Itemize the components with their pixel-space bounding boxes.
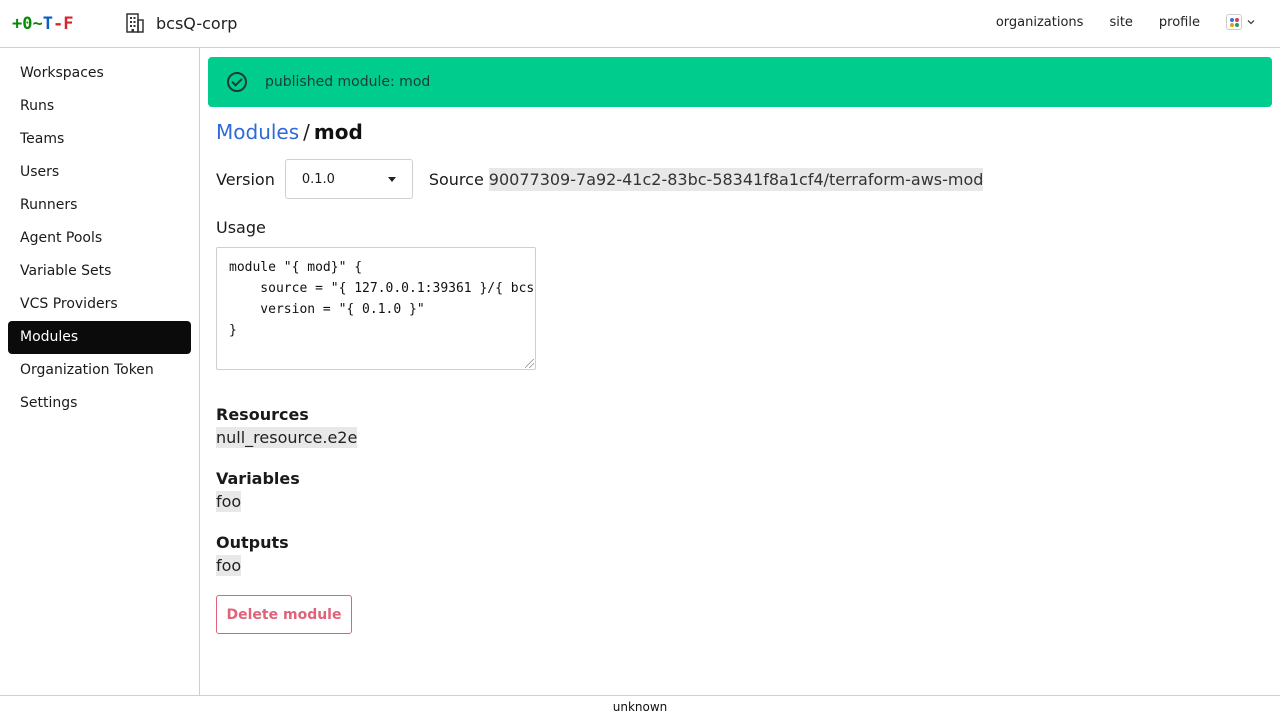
theme-switcher[interactable] [1226, 14, 1256, 30]
sidebar-item-runs[interactable]: Runs [8, 90, 191, 123]
building-icon [126, 13, 144, 33]
source-label: Source [428, 169, 484, 189]
usage-code: module "{ mod}" { source = "{ 127.0.0.1:… [229, 260, 535, 338]
page-title: Modules / mod [216, 120, 363, 144]
version-selected-value: 0.1.0 [301, 171, 335, 187]
footer-version-text: unknown [612, 700, 668, 714]
variables-heading: Variables [216, 469, 300, 488]
nav-profile-link[interactable]: profile [1159, 15, 1200, 30]
organization-link[interactable]: bcsQ-corp [124, 12, 237, 34]
source-value: 90077309-7a92-41c2-83bc-58341f8a1cf4/ter… [488, 167, 984, 191]
sidebar-item-users[interactable]: Users [8, 156, 191, 189]
caret-down-icon [387, 176, 396, 182]
logo-part-3: -F [52, 14, 74, 34]
breadcrumb-modules-link[interactable]: Modules [216, 120, 299, 144]
nav-organizations-link[interactable]: organizations [996, 15, 1084, 30]
sidebar-item-workspaces[interactable]: Workspaces [8, 57, 191, 90]
outputs-heading: Outputs [216, 533, 289, 552]
usage-code-textarea[interactable]: module "{ mod}" { source = "{ 127.0.0.1:… [216, 247, 536, 370]
resources-value: null_resource.e2e [216, 427, 358, 448]
sidebar-item-settings[interactable]: Settings [8, 387, 191, 420]
sidebar: Workspaces Runs Teams Users Runners Agen… [0, 48, 200, 695]
logo-part-2: T [42, 14, 53, 34]
resize-handle-icon[interactable] [525, 359, 534, 368]
organization-name: bcsQ-corp [156, 13, 238, 33]
sidebar-item-runners[interactable]: Runners [8, 189, 191, 222]
top-header: +0~T-F bcsQ-corp organizations site prof… [0, 0, 1280, 48]
usage-label: Usage [216, 218, 266, 237]
sidebar-item-teams[interactable]: Teams [8, 123, 191, 156]
sidebar-item-vcs-providers[interactable]: VCS Providers [8, 288, 191, 321]
nav-site-link[interactable]: site [1109, 15, 1132, 30]
flash-text: published module: mod [265, 74, 431, 90]
variables-value: foo [216, 491, 242, 512]
delete-module-button[interactable]: Delete module [216, 595, 352, 634]
top-nav: organizations site profile [970, 14, 1256, 30]
breadcrumb-separator: / [303, 120, 310, 144]
resources-heading: Resources [216, 405, 309, 424]
success-flash-message: published module: mod [208, 57, 1272, 107]
chevron-down-icon [1247, 20, 1255, 25]
sidebar-item-modules[interactable]: Modules [8, 321, 191, 354]
footer: unknown [0, 695, 1280, 720]
sidebar-item-organization-token[interactable]: Organization Token [8, 354, 191, 387]
main-content: published module: mod Modules / mod Versio… [200, 48, 1280, 695]
version-source-row: Version 0.1.0 Source 90077309-7a92-41c2-… [216, 159, 984, 199]
apps-grid-icon [1226, 14, 1242, 30]
version-label: Version [216, 169, 275, 189]
logo-part-1: +0~ [12, 14, 43, 34]
sidebar-item-variable-sets[interactable]: Variable Sets [8, 255, 191, 288]
version-select[interactable]: 0.1.0 [284, 159, 413, 199]
check-circle-icon [227, 72, 247, 92]
breadcrumb-current: mod [313, 120, 363, 144]
app-logo[interactable]: +0~T-F [12, 14, 73, 34]
outputs-value: foo [216, 555, 242, 576]
sidebar-item-agent-pools[interactable]: Agent Pools [8, 222, 191, 255]
